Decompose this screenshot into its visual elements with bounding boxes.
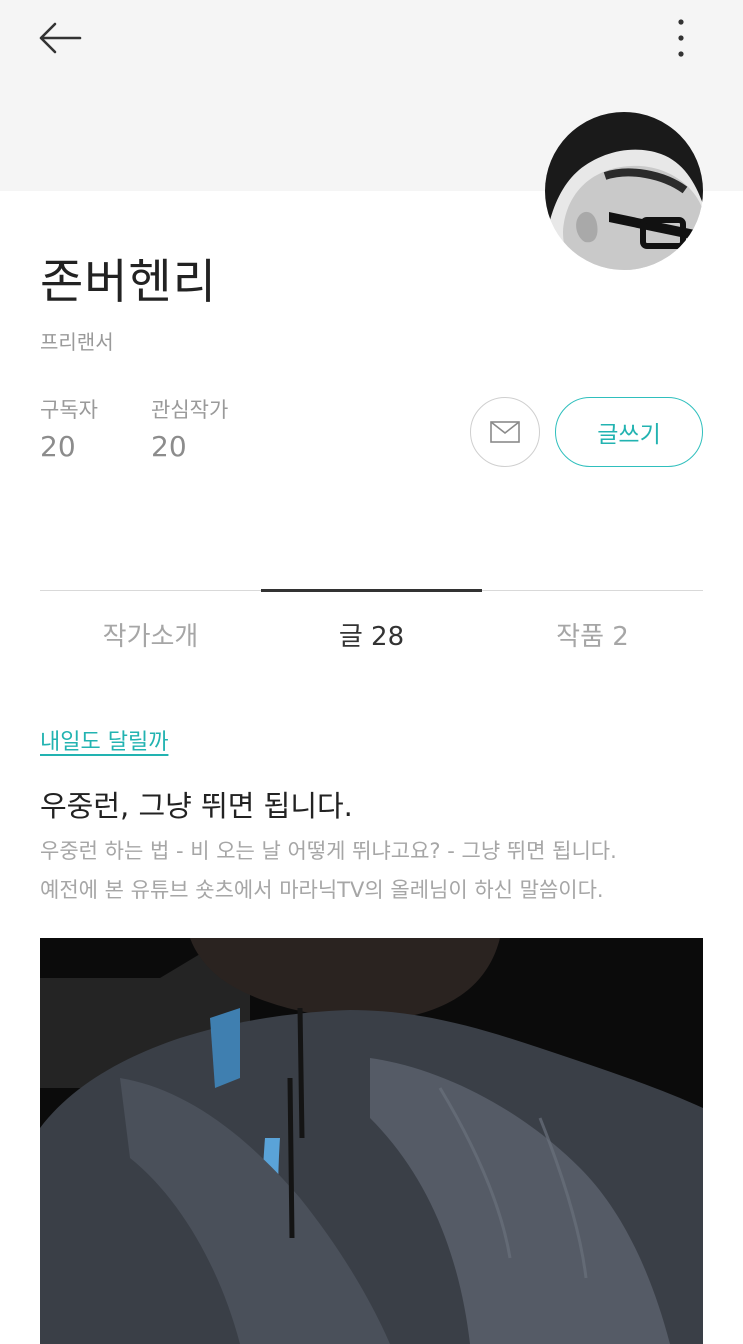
tab-active-indicator xyxy=(261,589,482,592)
post-excerpt-line: 우중런 하는 법 - 비 오는 날 어떻게 뛰냐고요? - 그냥 뛰면 됩니다. xyxy=(40,839,617,863)
back-button[interactable] xyxy=(30,12,90,64)
message-button[interactable] xyxy=(470,397,540,467)
following-count[interactable]: 20 xyxy=(151,430,187,463)
author-name: 존버헨리 xyxy=(40,255,217,310)
post-excerpt[interactable]: 우중런 하는 법 - 비 오는 날 어떻게 뛰냐고요? - 그냥 뛰면 됩니다.… xyxy=(40,832,710,910)
avatar[interactable] xyxy=(545,112,703,270)
more-vertical-icon xyxy=(678,19,684,57)
tab-author-intro[interactable]: 작가소개 xyxy=(40,593,261,675)
tab-posts[interactable]: 글 28 xyxy=(261,593,482,675)
following-label[interactable]: 관심작가 xyxy=(151,394,228,424)
post-thumbnail-photo xyxy=(40,938,703,1344)
post-thumbnail[interactable] xyxy=(40,938,703,1344)
subscribers-count[interactable]: 20 xyxy=(40,430,76,463)
more-options-button[interactable] xyxy=(656,10,706,66)
subscribers-label[interactable]: 구독자 xyxy=(40,394,98,424)
arrow-left-icon xyxy=(39,22,82,54)
write-button[interactable]: 글쓰기 xyxy=(555,397,703,467)
post-excerpt-line: 예전에 본 유튜브 숏츠에서 마라닉TV의 올레님이 하신 말씀이다. xyxy=(40,878,604,902)
post-title[interactable]: 우중런, 그냥 뛰면 됩니다. xyxy=(40,783,353,825)
magazine-link[interactable]: 내일도 달릴까 xyxy=(40,724,168,756)
avatar-photo xyxy=(545,112,703,270)
author-role: 프리랜서 xyxy=(40,330,114,354)
tab-works[interactable]: 작품 2 xyxy=(482,593,703,675)
envelope-icon xyxy=(490,421,520,443)
